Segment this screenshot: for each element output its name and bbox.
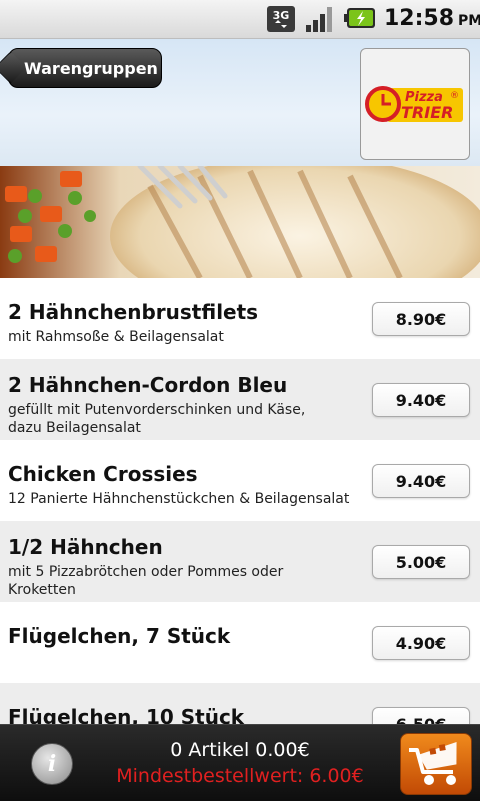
menu-item[interactable]: Chicken Crossies 12 Panierte Hähnchenstü… [0,440,480,521]
signal-strength-icon [306,7,332,32]
price-button[interactable]: 9.40€ [372,464,470,498]
price-button[interactable]: 9.40€ [372,383,470,417]
price-button[interactable]: 5.00€ [372,545,470,579]
back-button[interactable]: Warengruppen [8,48,162,88]
price-button[interactable]: 8.90€ [372,302,470,336]
cart-bar: i 0 Artikel 0.00€ Mindestbestellwert: 6.… [0,724,480,801]
pizza-trier-logo: Pizza ® TRIER [365,86,463,122]
clock-ampm: PM [458,13,480,29]
network-3g-icon: 3G [267,6,295,32]
menu-item-name: Flügelchen, 7 Stück [8,624,231,648]
menu-item[interactable]: 1/2 Hähnchen mit 5 Pizzabrötchen oder Po… [0,521,480,602]
shopping-cart-icon [409,742,457,785]
menu-item[interactable]: 2 Hähnchenbrustfilets mit Rahmsoße & Bei… [0,278,480,359]
menu-list[interactable]: 2 Hähnchenbrustfilets mit Rahmsoße & Bei… [0,278,480,724]
cart-count: 0 Artikel 0.00€ [170,739,310,761]
menu-item-description: mit 5 Pizzabrötchen oder Pommes oder Kro… [8,564,284,598]
menu-item-name: 1/2 Hähnchen [8,535,163,559]
menu-item-description: mit Rahmsoße & Beilagensalat [8,329,224,345]
menu-item[interactable]: Flügelchen, 10 Stück 6.50€ [0,683,480,724]
menu-item[interactable]: Flügelchen, 7 Stück 4.90€ [0,602,480,683]
back-button-label: Warengruppen [24,58,158,78]
header: Warengruppen Pizza ® TRIER [0,39,480,166]
menu-item-name: Chicken Crossies [8,462,198,486]
price-button[interactable]: 4.90€ [372,626,470,660]
menu-item-name: 2 Hähnchenbrustfilets [8,300,259,324]
status-bar: 3G 12:58 PM [0,0,480,39]
logo-registered: ® [450,91,459,101]
logo-text-trier: TRIER [401,103,453,122]
price-button[interactable]: 6.50€ [372,707,470,724]
cart-button[interactable] [400,733,472,795]
menu-item-name: Flügelchen, 10 Stück [8,705,245,724]
info-button[interactable]: i [31,743,73,785]
status-clock: 12:58 PM [384,6,480,31]
menu-item-description: 12 Panierte Hähnchenstückchen & Beilagen… [8,491,350,507]
info-icon: i [47,751,57,777]
cart-summary: 0 Artikel 0.00€ Mindestbestellwert: 6.00… [110,737,370,789]
food-banner-image [0,166,480,278]
clock-time: 12:58 [384,6,455,31]
menu-item[interactable]: 2 Hähnchen-Cordon Bleu gefüllt mit Puten… [0,359,480,440]
min-order-value: Mindestbestellwert: 6.00€ [116,765,364,787]
menu-item-name: 2 Hähnchen-Cordon Bleu [8,373,288,397]
menu-item-description: gefüllt mit Putenvorderschinken und Käse… [8,402,306,436]
store-logo-button[interactable]: Pizza ® TRIER [360,48,470,160]
battery-icon [344,8,375,28]
network-label: 3G [273,9,290,22]
